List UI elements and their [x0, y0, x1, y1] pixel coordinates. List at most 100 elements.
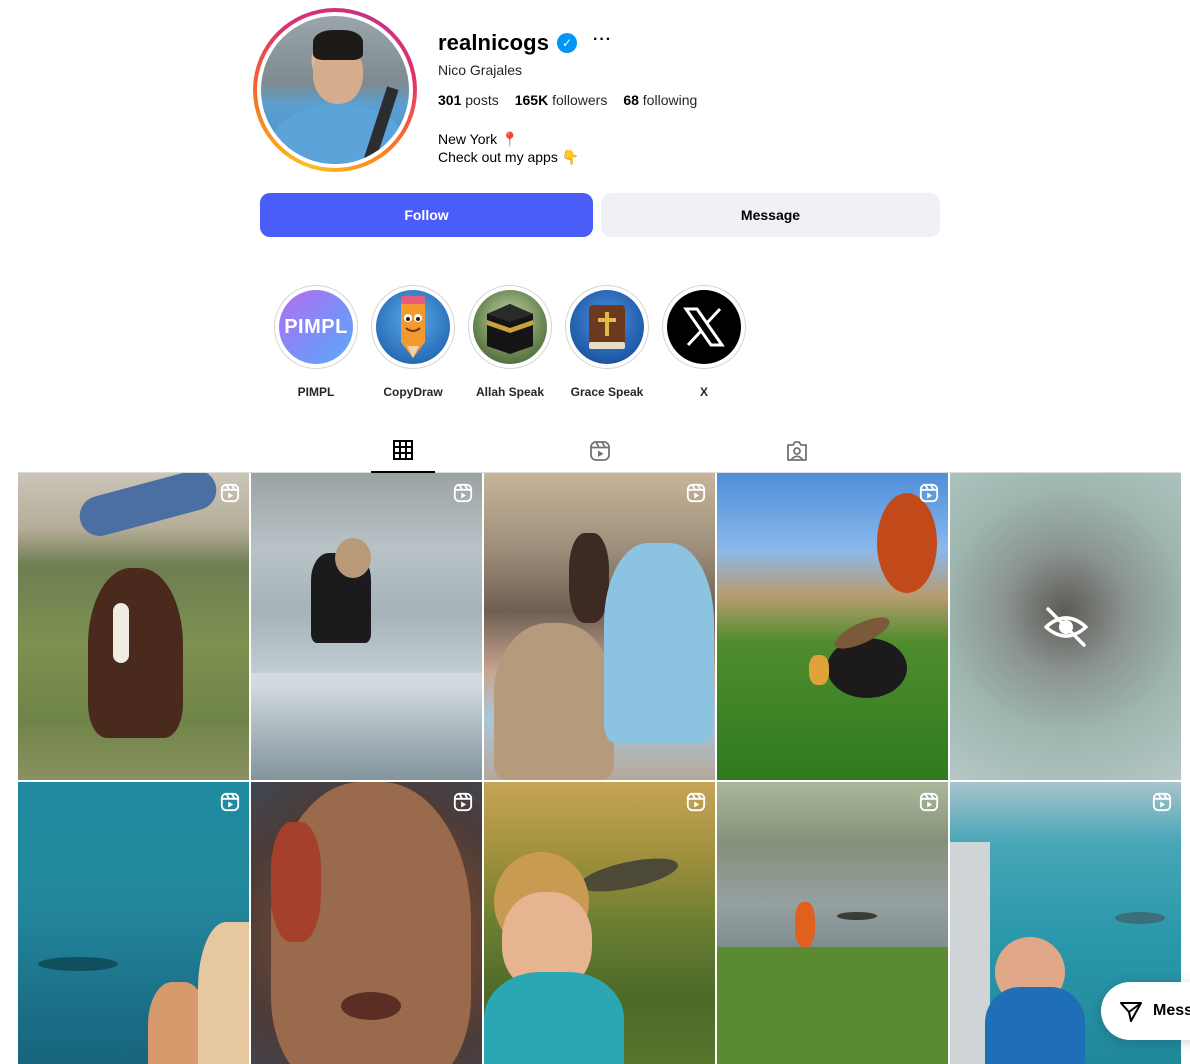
highlight-ring: [662, 285, 746, 369]
profile-tabs: [18, 428, 1180, 473]
rock-shape: [335, 538, 371, 578]
reel-indicator-icon: [453, 483, 473, 503]
makeup-shape: [271, 822, 321, 942]
horse-shape: [88, 568, 183, 738]
kaaba-shape-icon: [487, 304, 533, 354]
person-shape: [198, 922, 249, 1064]
rider-shape: [75, 473, 221, 541]
highlight-label: Allah Speak: [475, 385, 545, 399]
highlight-pimpl[interactable]: PIMPL PIMPL: [274, 285, 358, 399]
reel-indicator-icon: [1152, 792, 1172, 812]
tree-shape: [877, 493, 937, 593]
profile-avatar[interactable]: [253, 8, 417, 172]
shark-shape: [38, 957, 118, 971]
highlight-label: CopyDraw: [383, 385, 443, 399]
grass-bank: [717, 947, 948, 1064]
posts-count: 301: [438, 92, 462, 108]
tab-reels[interactable]: [568, 428, 632, 473]
username-row: realnicogs ✓ ···: [438, 28, 612, 58]
eye-slash-icon: [1043, 606, 1088, 647]
following-count: 68: [623, 92, 639, 108]
post-tile-carriage[interactable]: [484, 473, 715, 780]
post-tile-shark[interactable]: [18, 782, 249, 1064]
horse-blaze: [113, 603, 129, 663]
message-button[interactable]: Message: [601, 193, 940, 237]
post-tile-face-makeup[interactable]: [251, 782, 482, 1064]
reel-indicator-icon: [220, 792, 240, 812]
avatar-hair: [313, 30, 363, 60]
post-tile-hidden[interactable]: [950, 473, 1181, 780]
verified-badge-icon: ✓: [557, 33, 578, 53]
child-shape: [795, 902, 815, 947]
pimpl-cover: PIMPL: [279, 290, 353, 364]
pencil-icon: [401, 296, 425, 358]
following-label: following: [642, 92, 698, 108]
paper-plane-icon: [1120, 1002, 1142, 1022]
highlight-label: PIMPL: [297, 385, 335, 399]
tab-tagged[interactable]: [765, 428, 829, 473]
messages-label: Messages: [1153, 1002, 1190, 1019]
posts-grid: [18, 473, 1181, 1064]
shark-shape: [1115, 912, 1165, 924]
highlight-ring: PIMPL: [274, 285, 358, 369]
username: realnicogs: [438, 30, 550, 55]
highlight-label: Grace Speak: [570, 385, 644, 399]
woman-shape: [604, 543, 714, 743]
tagged-icon: [787, 440, 807, 461]
post-tile-glass-bridge[interactable]: [251, 473, 482, 780]
horse-shape: [569, 533, 609, 623]
highlight-grace-speak[interactable]: Grace Speak: [565, 285, 649, 399]
glass-floor: [251, 673, 482, 780]
bio-location: New York 📍: [438, 131, 519, 147]
kaaba-icon: [473, 290, 547, 364]
highlight-copydraw[interactable]: CopyDraw: [371, 285, 455, 399]
alligator-shape: [837, 912, 877, 920]
followers-stat[interactable]: 165K followers: [515, 92, 608, 108]
child-shirt: [484, 972, 624, 1064]
book-cross-icon: [589, 305, 625, 349]
avatar-inner: [257, 12, 413, 168]
pencil-mascot-icon: [376, 290, 450, 364]
highlight-ring: [371, 285, 455, 369]
avatar-photo: [261, 16, 409, 164]
highlight-ring: [565, 285, 649, 369]
child-shape: [494, 623, 614, 780]
following-stat[interactable]: 68 following: [623, 92, 697, 108]
reel-indicator-icon: [686, 483, 706, 503]
followers-count: 165K: [514, 92, 549, 108]
post-tile-hawk[interactable]: [717, 473, 948, 780]
posts-label: posts: [465, 92, 499, 108]
more-options-button[interactable]: ···: [593, 32, 612, 48]
highlight-ring: [468, 285, 552, 369]
reel-indicator-icon: [919, 792, 939, 812]
messages-floating-button[interactable]: Messages: [1101, 982, 1190, 1040]
reel-indicator-icon: [220, 483, 240, 503]
tab-posts[interactable]: [371, 428, 435, 473]
mouth-shape: [341, 992, 401, 1020]
highlight-allah-speak[interactable]: Allah Speak: [468, 285, 552, 399]
grid-icon: [393, 439, 413, 460]
x-glyph-icon: [683, 307, 725, 347]
followers-label: followers: [552, 92, 608, 108]
highlight-x[interactable]: X: [662, 285, 746, 399]
bible-icon: [570, 290, 644, 364]
child-shape: [809, 655, 829, 685]
reel-indicator-icon: [919, 483, 939, 503]
reel-indicator-icon: [453, 792, 473, 812]
posts-stat: 301 posts: [438, 92, 499, 108]
x-logo-icon: [667, 290, 741, 364]
story-highlights: PIMPL PIMPL CopyDraw Allah Speak Grace S…: [274, 285, 746, 399]
post-tile-lake-alligator[interactable]: [717, 782, 948, 1064]
life-vest: [985, 987, 1085, 1064]
bio-apps: Check out my apps 👇: [438, 149, 580, 165]
profile-stats: 301 posts 165K followers 68 following: [438, 92, 697, 108]
post-tile-horse[interactable]: [18, 473, 249, 780]
reels-icon: [590, 440, 610, 461]
follow-button[interactable]: Follow: [260, 193, 593, 237]
crocodile-shape: [577, 851, 681, 899]
boat-rail: [950, 842, 990, 1064]
highlight-label: X: [699, 385, 708, 399]
post-tile-crocodile[interactable]: [484, 782, 715, 1064]
bio: New York 📍 Check out my apps 👇: [438, 130, 579, 166]
reel-indicator-icon: [686, 792, 706, 812]
